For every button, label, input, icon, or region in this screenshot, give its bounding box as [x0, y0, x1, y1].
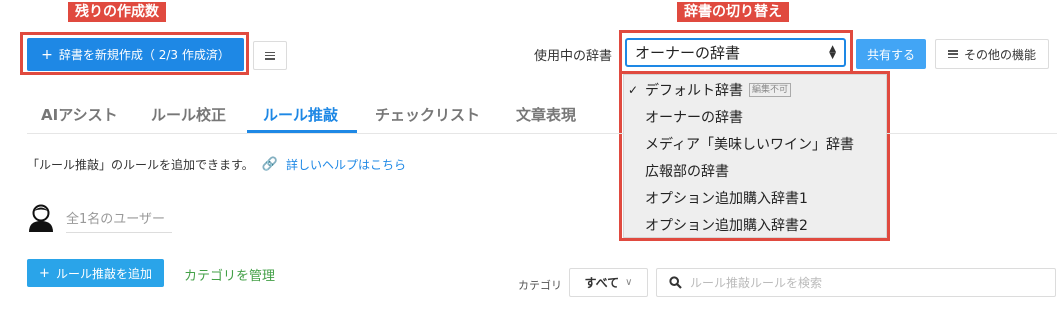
other-functions-label: その他の機能	[963, 47, 1036, 62]
manage-category-link[interactable]: カテゴリを管理	[184, 265, 275, 284]
add-dictionary-label: 辞書を新規作成（ 2/3 作成済）	[58, 48, 230, 62]
dropdown-item-pr-dept[interactable]: 広報部の辞書	[645, 161, 729, 181]
dropdown-item-default[interactable]: ✓ デフォルト辞書 編集不可	[628, 80, 792, 100]
dropdown-item-option-1[interactable]: オプション追加購入辞書1	[645, 188, 808, 208]
search-placeholder: ルール推敲ルールを検索	[690, 276, 823, 290]
hamburger-icon	[265, 51, 275, 60]
user-filter-field[interactable]: 全1名のユーザー	[66, 208, 172, 233]
read-only-badge: 編集不可	[749, 83, 792, 97]
dropdown-item-option-2[interactable]: オプション追加購入辞書2	[645, 215, 808, 235]
description-text: 「ルール推敲」のルールを追加できます。	[27, 158, 254, 172]
tab-rule-refine[interactable]: ルール推敲	[263, 104, 338, 125]
category-select[interactable]: すべて ∨	[569, 268, 648, 297]
tab-writing-expression[interactable]: 文章表現	[516, 104, 576, 125]
category-value: すべて	[584, 276, 620, 290]
dictionary-label: 使用中の辞書	[534, 49, 613, 64]
search-input[interactable]: ルール推敲ルールを検索	[656, 268, 1056, 297]
user-avatar-icon	[28, 204, 54, 232]
dictionary-switch-callout-label: 辞書の切り替え	[677, 2, 789, 22]
description-row: 「ルール推敲」のルールを追加できます。 🔗 詳しいヘルプはこちら	[27, 156, 406, 173]
menu-button[interactable]	[253, 41, 287, 70]
link-icon: 🔗	[261, 157, 278, 172]
category-label: カテゴリ	[518, 279, 562, 292]
share-button[interactable]: 共有する	[856, 39, 926, 69]
tab-ai-assist[interactable]: AIアシスト	[41, 104, 118, 125]
tabs-divider	[27, 133, 1057, 134]
search-icon	[669, 276, 682, 289]
updown-arrow-icon: ▲ ▼	[829, 43, 836, 61]
add-dictionary-button[interactable]: + 辞書を新規作成（ 2/3 作成済）	[27, 38, 244, 71]
checkmark-icon: ✓	[628, 83, 639, 97]
help-link[interactable]: 詳しいヘルプはこちら	[286, 156, 406, 173]
chevron-down-icon: ∨	[625, 277, 633, 288]
tab-checklist[interactable]: チェックリスト	[375, 104, 480, 125]
remaining-count-callout-label: 残りの作成数	[68, 2, 166, 22]
add-rule-label: ルール推敲を追加	[55, 266, 152, 281]
add-rule-button[interactable]: + ルール推敲を追加	[27, 259, 164, 287]
dropdown-item-media-wine[interactable]: メディア「美味しいワイン」辞書	[645, 134, 854, 154]
other-functions-button[interactable]: その他の機能	[935, 39, 1049, 69]
dictionary-select[interactable]: オーナーの辞書 ▲ ▼	[625, 38, 846, 67]
tab-rule-proofread[interactable]: ルール校正	[151, 104, 226, 125]
plus-icon: +	[41, 46, 53, 63]
dropdown-item-owner[interactable]: オーナーの辞書	[645, 107, 743, 127]
selected-dictionary-value: オーナーの辞書	[635, 44, 741, 62]
dictionary-dropdown: ✓ デフォルト辞書 編集不可 オーナーの辞書 メディア「美味しいワイン」辞書 広…	[623, 74, 887, 238]
hamburger-icon	[947, 50, 958, 58]
plus-icon: +	[39, 265, 50, 281]
